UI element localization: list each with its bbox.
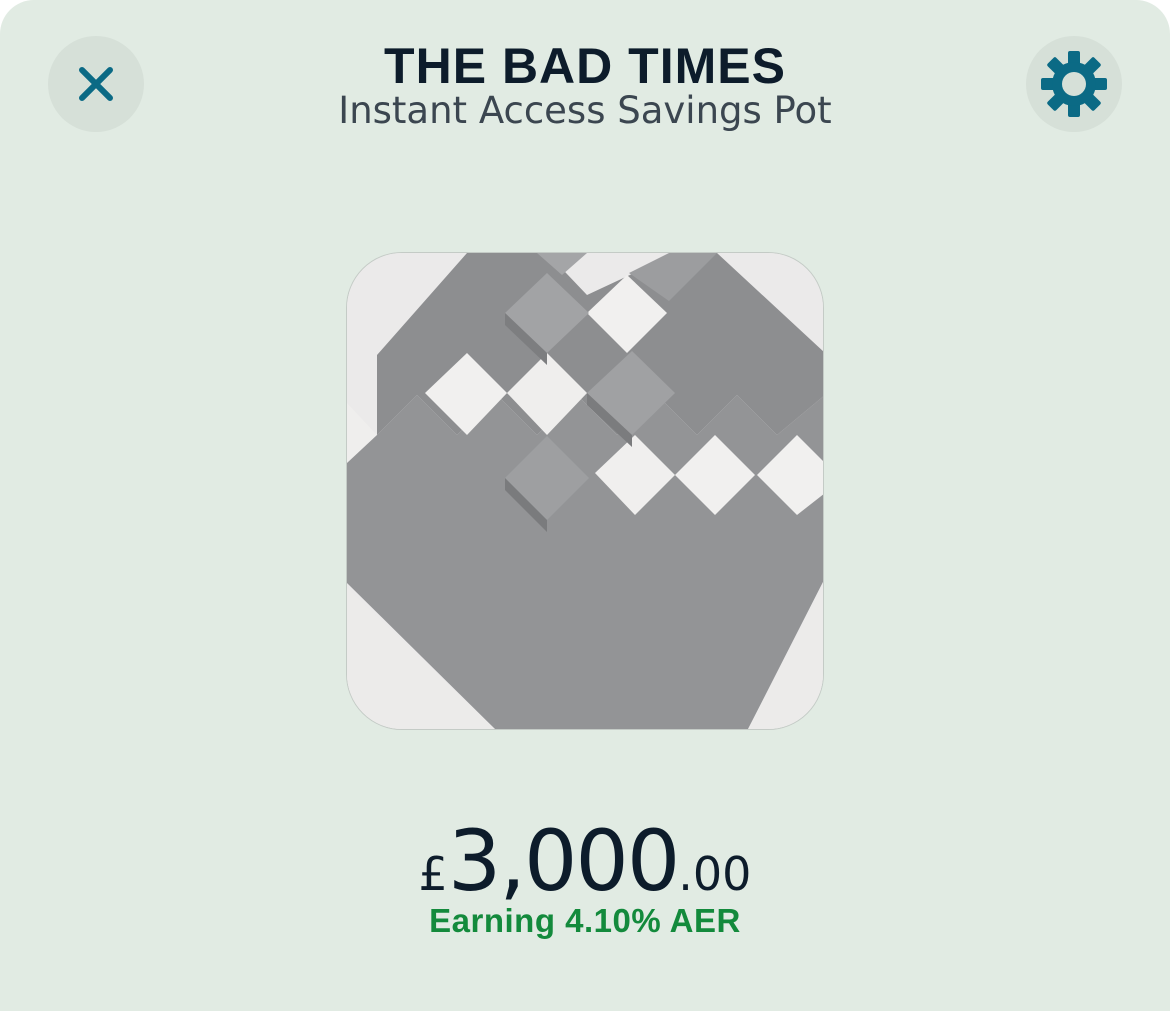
currency-symbol: £ bbox=[418, 847, 448, 901]
balance-decimal: .00 bbox=[678, 847, 752, 901]
pot-detail-sheet: THE BAD TIMES Instant Access Savings Pot bbox=[0, 0, 1170, 1011]
balance-whole: 3,000 bbox=[447, 812, 680, 910]
settings-button[interactable] bbox=[1026, 36, 1122, 132]
pot-subtitle: Instant Access Savings Pot bbox=[338, 89, 832, 132]
pot-artwork bbox=[347, 253, 823, 729]
pot-balance: £3,000.00 bbox=[0, 812, 1170, 910]
gear-icon bbox=[1041, 51, 1107, 117]
interest-rate-label: Earning 4.10% AER bbox=[429, 902, 741, 939]
pot-image[interactable] bbox=[346, 252, 824, 730]
pot-title: THE BAD TIMES bbox=[384, 38, 786, 94]
